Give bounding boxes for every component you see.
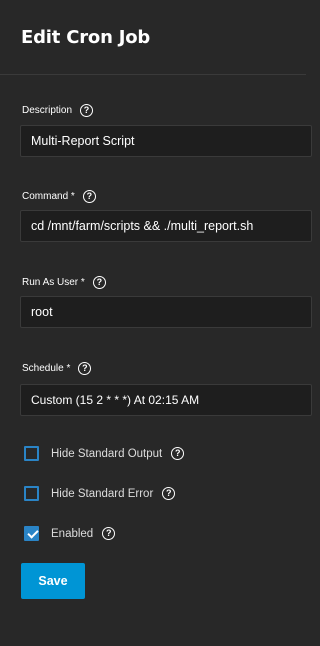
help-icon[interactable]: ?: [162, 487, 176, 500]
help-icon[interactable]: ?: [78, 362, 92, 375]
hide-stdout-checkbox[interactable]: [24, 446, 39, 461]
edit-cron-job-panel: Edit Cron Job Description ? Multi-Report…: [0, 0, 312, 646]
page-title: Edit Cron Job: [21, 27, 151, 48]
save-button[interactable]: Save: [21, 563, 85, 599]
panel-header: Edit Cron Job: [0, 0, 306, 75]
enabled-checkbox[interactable]: [24, 526, 39, 541]
hide-stderr-label: Hide Standard Error: [51, 487, 154, 500]
schedule-select[interactable]: Custom (15 2 * * *) At 02:15 AM: [20, 384, 312, 416]
help-icon[interactable]: ?: [92, 276, 106, 289]
help-icon[interactable]: ?: [102, 527, 116, 540]
help-icon[interactable]: ?: [82, 190, 96, 203]
hide-stdout-row[interactable]: Hide Standard Output ?: [24, 446, 185, 461]
help-icon[interactable]: ?: [80, 104, 94, 117]
hide-stderr-checkbox[interactable]: [24, 486, 39, 501]
description-label: Description ?: [22, 104, 94, 117]
enabled-row[interactable]: Enabled ?: [24, 526, 116, 541]
help-icon[interactable]: ?: [171, 447, 185, 460]
schedule-label: Schedule * ?: [22, 362, 92, 375]
enabled-label: Enabled: [51, 527, 94, 540]
run-as-user-label: Run As User * ?: [22, 276, 106, 289]
hide-stdout-label: Hide Standard Output: [51, 447, 163, 460]
command-field[interactable]: cd /mnt/farm/scripts && ./multi_report.s…: [20, 210, 312, 242]
description-field[interactable]: Multi-Report Script: [20, 125, 312, 157]
run-as-user-field[interactable]: root: [20, 296, 312, 328]
command-label: Command * ?: [22, 190, 96, 203]
hide-stderr-row[interactable]: Hide Standard Error ?: [24, 486, 176, 501]
